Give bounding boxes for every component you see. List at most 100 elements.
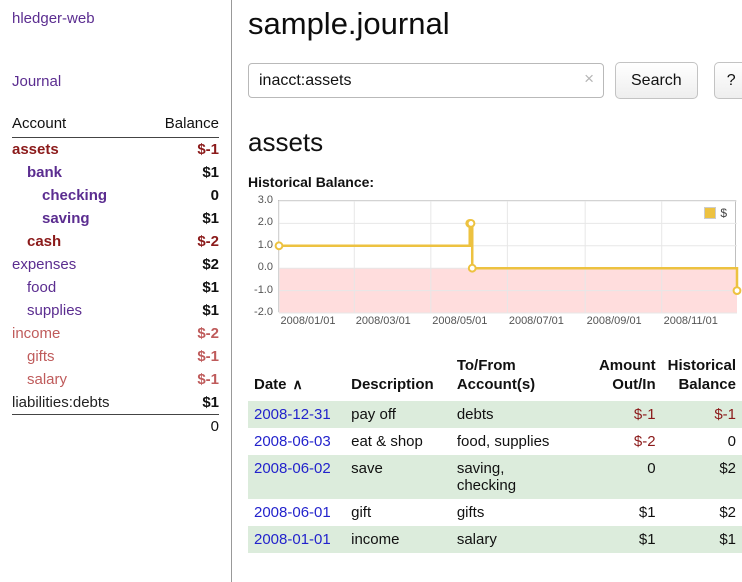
y-tick-label: -1.0 [254,284,273,296]
register-row: 2008-12-31pay offdebts$-1$-1 [248,401,742,428]
account-link[interactable]: assets [12,141,59,158]
account-link[interactable]: saving [42,210,90,227]
transaction-balance: $1 [662,526,742,553]
historical-balance-chart: 3.02.01.00.0-1.0-2.0 $ 2008/01/012008/03… [248,200,742,331]
transaction-balance: $2 [662,455,742,499]
account-link[interactable]: food [27,279,56,296]
account-link[interactable]: checking [42,187,107,204]
account-row: supplies $1 [12,299,219,322]
chart-legend: $ [701,205,730,221]
account-balance: $-1 [145,138,219,162]
account-balance: $1 [145,276,219,299]
transaction-date-link[interactable]: 2008-01-01 [254,531,331,548]
transaction-description: pay off [345,401,451,428]
accounts-total-row: 0 [12,415,219,439]
register-row: 2008-01-01incomesalary$1$1 [248,526,742,553]
transaction-amount: $-2 [590,428,662,455]
y-tick-label: -2.0 [254,306,273,318]
search-input[interactable] [248,63,604,98]
transaction-date-link[interactable]: 2008-12-31 [254,406,331,423]
transaction-date-link[interactable]: 2008-06-01 [254,504,331,521]
transaction-balance: $-1 [662,401,742,428]
page-title: sample.journal [248,6,742,42]
register-table: Date∧ Description To/From Account(s) Amo… [248,355,742,553]
register-header-date[interactable]: Date∧ [248,355,345,401]
account-row: liabilities:debts $1 [12,391,219,415]
account-link[interactable]: supplies [27,302,82,319]
account-balance: $-1 [145,368,219,391]
register-row: 2008-06-03 eat & shopfood, supplies$-20 [248,428,742,455]
app-title-link[interactable]: hledger-web [12,10,219,27]
account-heading: assets [248,127,742,158]
account-row: checking 0 [12,184,219,207]
chart-canvas [279,201,737,313]
transaction-amount: $1 [590,499,662,526]
account-link[interactable]: income [12,325,60,342]
y-tick-label: 2.0 [258,216,273,228]
account-balance: 0 [145,184,219,207]
register-row: 2008-06-02savesaving, checking0$2 [248,455,742,499]
chart-y-axis: 3.02.01.00.0-1.0-2.0 [248,200,278,312]
register-row: 2008-06-01 giftgifts$1$2 [248,499,742,526]
accounts-header-row: Account Balance [12,112,219,138]
account-row: bank $1 [12,161,219,184]
account-row: cash $-2 [12,230,219,253]
account-link[interactable]: gifts [27,348,55,365]
account-link[interactable]: cash [27,233,61,250]
account-balance: $-2 [145,322,219,345]
account-balance: $2 [145,253,219,276]
legend-series-label: $ [720,206,727,220]
register-header-accounts: To/From Account(s) [451,355,590,401]
transaction-accounts[interactable]: gifts [451,499,590,526]
transaction-amount: 0 [590,455,662,499]
chart-plot-area: $ [278,200,736,312]
transaction-accounts[interactable]: salary [451,526,590,553]
account-balance: $-2 [145,230,219,253]
accounts-header-balance: Balance [145,112,219,138]
help-button[interactable]: ? [714,62,742,99]
register-header-balance: Historical Balance [662,355,742,401]
transaction-date-link[interactable]: 2008-06-03 [254,433,331,450]
account-row: salary $-1 [12,368,219,391]
x-tick-label: 2008/07/01 [509,315,564,327]
transaction-description: eat & shop [345,428,451,455]
search-form: × Search ? [248,62,742,99]
register-header-amount: Amount Out/In [590,355,662,401]
y-tick-label: 1.0 [258,239,273,251]
transaction-balance: $2 [662,499,742,526]
transaction-amount: $-1 [590,401,662,428]
transaction-balance: 0 [662,428,742,455]
account-balance: $1 [145,299,219,322]
account-link[interactable]: bank [27,164,62,181]
accounts-total-value: 0 [145,415,219,439]
accounts-table: Account Balance assets $-1 bank $1 checking 0… [12,112,219,438]
transaction-description: gift [345,499,451,526]
main-content: sample.journal × Search ? assets Histori… [232,0,742,582]
account-link[interactable]: expenses [12,256,76,273]
search-button[interactable]: Search [615,62,698,99]
account-row: income $-2 [12,322,219,345]
transaction-accounts[interactable]: debts [451,401,590,428]
chart-title-label: Historical Balance: [248,174,742,190]
account-link[interactable]: liabilities:debts [12,394,110,411]
sidebar: hledger-web Journal Account Balance asse… [0,0,232,582]
y-tick-label: 0.0 [258,261,273,273]
search-box: × [248,63,604,98]
account-balance: $1 [145,391,219,415]
transaction-accounts[interactable]: food, supplies [451,428,590,455]
chart-x-axis: 2008/01/012008/03/012008/05/012008/07/01… [308,315,742,331]
transaction-accounts[interactable]: saving, checking [451,455,590,499]
transaction-amount: $1 [590,526,662,553]
account-balance: $-1 [145,345,219,368]
account-row: expenses $2 [12,253,219,276]
clear-search-icon[interactable]: × [584,70,594,87]
y-tick-label: 3.0 [258,194,273,206]
hledger-web-app: hledger-web Journal Account Balance asse… [0,0,742,582]
x-tick-label: 2008/09/01 [587,315,642,327]
x-tick-label: 2008/11/01 [664,315,718,327]
journal-link[interactable]: Journal [12,73,219,90]
sort-ascending-icon: ∧ [293,376,303,392]
account-balance: $1 [145,161,219,184]
account-link[interactable]: salary [27,371,67,388]
transaction-date-link[interactable]: 2008-06-02 [254,460,331,477]
